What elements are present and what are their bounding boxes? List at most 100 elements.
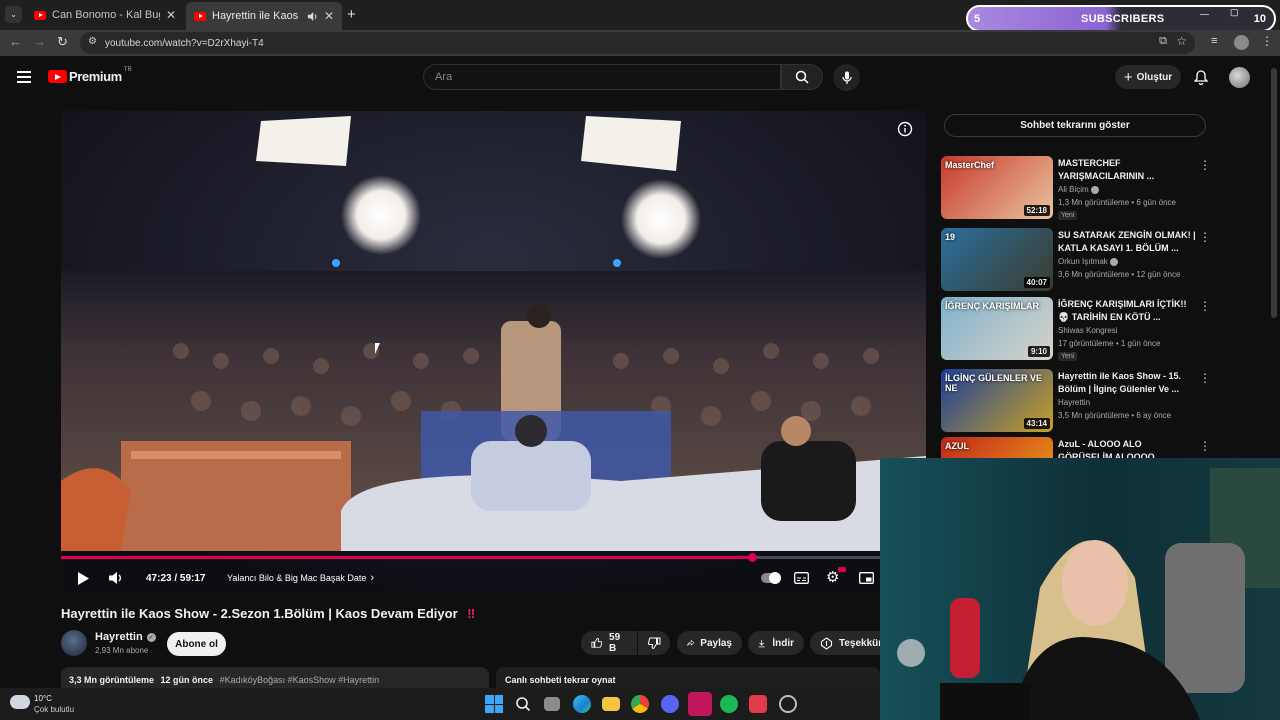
miniplayer-icon[interactable]	[859, 572, 874, 584]
file-explorer-icon[interactable]	[602, 697, 620, 711]
recommendation-item[interactable]: İLGİNÇ GÜLENLER VE NE 43:14 Hayrettin ile…	[941, 369, 1211, 433]
recommendation-item[interactable]: MasterChef 52:18 MASTERCHEF YARIŞMACILARI…	[941, 156, 1211, 220]
channel-avatar[interactable]	[61, 630, 87, 656]
video-thumbnail[interactable]: 19 40:07	[941, 228, 1053, 291]
like-button[interactable]: 59 B	[581, 631, 637, 655]
more-options-icon[interactable]: ⋮	[1199, 299, 1211, 313]
close-tab-icon[interactable]: ✕	[166, 8, 176, 22]
subscriber-count-text: 2,93 Mn abone	[95, 646, 149, 655]
windows-start-icon[interactable]	[485, 695, 503, 713]
more-options-icon[interactable]: ⋮	[1199, 371, 1211, 385]
upload-date: 12 gün önce	[160, 675, 214, 685]
reload-icon[interactable]: ↻	[57, 34, 68, 50]
create-button[interactable]: + Oluştur	[1115, 65, 1181, 89]
plus-icon: +	[1123, 68, 1133, 86]
show-chat-replay-button[interactable]: Sohbet tekrarını göster	[944, 114, 1206, 137]
weather-temperature[interactable]: 10°C	[34, 694, 52, 703]
hamburger-menu-icon[interactable]	[17, 71, 31, 83]
install-app-icon[interactable]: ⧉	[1159, 35, 1167, 48]
chapter-button[interactable]: Yalancı Bilo & Big Mac Başak Date ›	[227, 572, 374, 584]
media-control-icon[interactable]: ≡	[1211, 35, 1217, 47]
info-icon[interactable]	[897, 121, 913, 137]
thumbnail-caption: MasterChef	[945, 160, 995, 170]
thumbs-down-icon	[647, 637, 660, 649]
recommendation-item[interactable]: İĞRENÇ KARIŞIMLAR 9:10 İĞRENÇ KARIŞIMLARI…	[941, 297, 1211, 361]
close-tab-icon[interactable]: ✕	[324, 9, 334, 23]
dislike-button[interactable]	[638, 631, 670, 655]
download-label: İndir	[772, 637, 794, 649]
url-field[interactable]: ⚙ youtube.com/watch?v=D2rXhayi-T4 ⧉ ☆	[80, 32, 1195, 54]
account-avatar[interactable]	[1229, 67, 1250, 88]
task-view-icon[interactable]	[544, 697, 560, 711]
recommendation-meta: 17 görüntüleme • 1 gün önce	[1058, 339, 1161, 348]
search-input[interactable]: Ara	[423, 64, 781, 90]
system-tray-app-icon[interactable]	[779, 695, 797, 713]
verified-check-icon	[1110, 257, 1119, 266]
browser-menu-icon[interactable]: ⋮	[1261, 34, 1273, 48]
more-options-icon[interactable]: ⋮	[1199, 158, 1211, 172]
profile-avatar-icon[interactable]	[1234, 35, 1249, 50]
new-tab-icon[interactable]: +	[347, 6, 356, 23]
page-scrollbar[interactable]	[1271, 68, 1277, 318]
video-thumbnail[interactable]: İLGİNÇ GÜLENLER VE NE 43:14	[941, 369, 1053, 432]
video-thumbnail[interactable]: İĞRENÇ KARIŞIMLAR 9:10	[941, 297, 1053, 360]
tab-search-dropdown[interactable]: ⌄	[5, 6, 22, 23]
minimize-icon[interactable]: —	[1200, 9, 1209, 19]
share-button[interactable]: Paylaş	[677, 631, 742, 655]
progress-bar[interactable]	[61, 553, 926, 562]
recommendation-item[interactable]: 19 40:07 SU SATARAK ZENGİN OLMAK! | KATLA…	[941, 228, 1211, 292]
streaming-app-icon[interactable]	[688, 692, 712, 716]
speaker-icon[interactable]	[307, 11, 318, 22]
play-icon[interactable]	[76, 571, 90, 586]
browser-tab-0[interactable]: Can Bonomo - Kal Bugün (Offic ✕	[26, 4, 184, 26]
like-count: 59 B	[609, 632, 621, 654]
subtitles-icon[interactable]	[794, 572, 809, 584]
more-options-icon[interactable]: ⋮	[1199, 439, 1211, 453]
live-chat-replay-label: Canlı sohbeti tekrar oynat	[505, 675, 616, 685]
taskbar-search-icon[interactable]	[515, 696, 531, 712]
bookmark-star-icon[interactable]: ☆	[1176, 34, 1187, 48]
search-button[interactable]	[781, 64, 823, 90]
notifications-bell-icon[interactable]	[1194, 70, 1208, 85]
mouse-cursor	[375, 343, 380, 354]
voice-search-button[interactable]	[833, 64, 860, 91]
recommendation-meta: 1,3 Mn görüntüleme • 6 gün önce	[1058, 198, 1176, 207]
valorant-icon[interactable]	[749, 695, 767, 713]
tab-title: Hayrettin ile Kaos Show - 2	[212, 10, 301, 22]
browser-tab-1[interactable]: Hayrettin ile Kaos Show - 2 ✕	[186, 2, 342, 30]
restore-icon[interactable]: ▢	[1230, 7, 1239, 18]
hashtags[interactable]: #KadıköyBoğası #KaosShow #Hayrettin	[220, 675, 380, 685]
volume-icon[interactable]	[108, 571, 124, 585]
site-info-icon[interactable]: ⚙	[88, 36, 97, 47]
thumbnail-caption: 19	[945, 232, 956, 242]
progress-scrubber[interactable]	[747, 553, 757, 562]
search-icon	[795, 70, 809, 84]
thanks-button[interactable]: Teşekkürle	[810, 631, 882, 655]
verified-check-icon: ✓	[146, 632, 156, 642]
video-thumbnail[interactable]: MasterChef 52:18	[941, 156, 1053, 219]
back-icon[interactable]: ←	[9, 34, 22, 49]
chrome-icon[interactable]	[631, 695, 649, 713]
windows-taskbar: 10°C Çok bulutlu	[0, 688, 880, 720]
region-code: TR	[123, 66, 132, 73]
video-frame	[61, 111, 926, 597]
spotify-icon[interactable]	[720, 695, 738, 713]
edge-browser-icon[interactable]	[573, 695, 591, 713]
channel-name[interactable]: Hayrettin ✓	[95, 631, 156, 643]
youtube-premium-logo[interactable]: Premium TR	[48, 66, 132, 84]
player-controls: 47:23 / 59:17 Yalancı Bilo & Big Mac Baş…	[61, 551, 926, 597]
share-arrow-icon	[687, 639, 695, 646]
download-button[interactable]: İndir	[748, 631, 804, 655]
more-options-icon[interactable]: ⋮	[1199, 230, 1211, 244]
recommendation-meta: 3,6 Mn görüntüleme • 12 gün önce	[1058, 270, 1181, 279]
forward-icon[interactable]: →	[33, 34, 46, 49]
webcam-frame	[880, 458, 1280, 720]
recommendation-channel: Ali Biçim	[1058, 185, 1099, 194]
autoplay-toggle[interactable]	[761, 572, 781, 584]
video-player[interactable]: 47:23 / 59:17 Yalancı Bilo & Big Mac Baş…	[61, 111, 926, 597]
search-placeholder: Ara	[435, 71, 453, 83]
discord-icon[interactable]	[661, 695, 679, 713]
view-count: 3,3 Mn görüntüleme	[69, 675, 155, 685]
recommendation-title: SU SATARAK ZENGİN OLMAK! | KATLA KASAYI …	[1058, 230, 1196, 253]
subscribe-button[interactable]: Abone ol	[167, 632, 226, 656]
